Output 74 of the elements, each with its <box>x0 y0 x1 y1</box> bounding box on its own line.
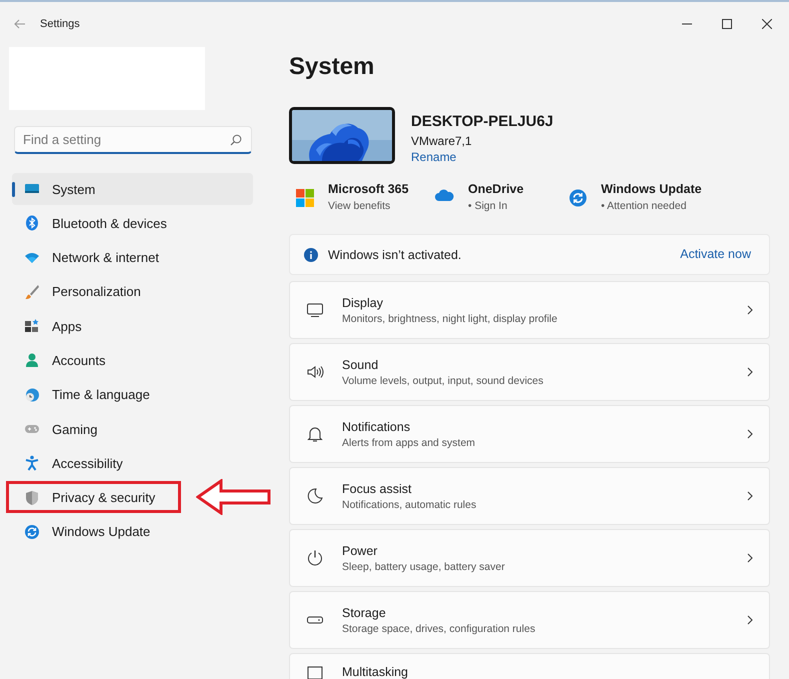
setting-description: Alerts from apps and system <box>342 436 476 450</box>
window-title: Settings <box>40 18 80 30</box>
setting-title: Focus assist <box>342 480 412 496</box>
quick-link-status: • Sign In <box>468 199 508 214</box>
sidebar-item[interactable]: System <box>12 173 253 205</box>
sidebar-item[interactable]: Accounts <box>12 344 114 376</box>
search-icon <box>230 134 242 146</box>
power-icon <box>306 549 324 567</box>
setting-description: Storage space, drives, configuration rules <box>342 622 536 636</box>
four-squares-icon <box>296 189 314 207</box>
settings-card[interactable]: Focus assist Notifications, automatic rules <box>289 467 770 525</box>
apps-icon <box>24 318 40 334</box>
settings-card[interactable]: Sound Volume levels, output, input, sound devices <box>289 343 770 401</box>
sidebar-item[interactable]: Gaming <box>12 413 106 446</box>
quick-link-status: • Attention needed <box>601 199 688 214</box>
settings-card[interactable]: Multitasking <box>289 653 770 679</box>
setting-title: Notifications <box>342 418 410 434</box>
person-icon <box>24 352 40 368</box>
sidebar-item[interactable]: Accessibility <box>12 447 131 480</box>
back-arrow-icon <box>14 19 26 29</box>
sidebar-item[interactable]: Apps <box>12 310 90 342</box>
window-icon <box>306 664 324 679</box>
quick-link-title[interactable]: Windows Update <box>601 181 702 198</box>
setting-title: Display <box>342 294 383 310</box>
chevron-right-icon <box>747 367 753 377</box>
sidebar-item[interactable]: Bluetooth & devices <box>12 207 175 240</box>
accessibility-icon <box>24 455 40 472</box>
setting-title: Power <box>342 542 378 558</box>
banner-message: Windows isn’t activated. <box>328 248 462 262</box>
chevron-right-icon <box>747 553 753 563</box>
device-name: DESKTOP-PELJU6J <box>411 113 554 131</box>
chevron-right-icon <box>747 491 753 501</box>
info-icon <box>304 248 318 262</box>
setting-title: Sound <box>342 356 378 372</box>
setting-description: Monitors, brightness, night light, display profile <box>342 312 558 326</box>
paintbrush-icon <box>24 284 40 300</box>
setting-description: Sleep, battery usage, battery saver <box>342 560 505 574</box>
crescent-moon-icon <box>306 487 324 505</box>
rename-link[interactable]: Rename <box>411 149 456 166</box>
settings-card[interactable]: Notifications Alerts from apps and system <box>289 405 770 463</box>
maximize-icon <box>722 19 732 29</box>
device-model: VMware7,1 <box>411 133 472 149</box>
chevron-right-icon <box>747 305 753 315</box>
refresh-icon <box>569 189 587 207</box>
bluetooth-icon <box>24 215 40 232</box>
monitor-icon <box>306 301 324 319</box>
speaker-icon <box>306 363 324 381</box>
sidebar-item[interactable]: Network & internet <box>12 242 167 274</box>
sidebar-item[interactable]: Windows Update <box>12 516 158 548</box>
chevron-right-icon <box>747 429 753 439</box>
bell-icon <box>306 425 324 443</box>
activate-link[interactable]: Activate now <box>680 246 751 263</box>
refresh-icon <box>24 524 40 540</box>
quick-link-title[interactable]: OneDrive <box>468 181 524 198</box>
quick-link-title[interactable]: Microsoft 365 <box>328 181 409 198</box>
sidebar-item[interactable]: Time & language <box>12 378 158 411</box>
close-icon <box>762 19 772 29</box>
quick-link-status: View benefits <box>328 199 392 214</box>
arrow-icon <box>196 478 272 515</box>
setting-title: Storage <box>342 604 386 620</box>
search-field[interactable]: Find a setting <box>14 126 252 154</box>
setting-description: Volume levels, output, input, sound devices <box>342 374 544 388</box>
chevron-right-icon <box>747 615 753 625</box>
page-title: System <box>289 52 376 82</box>
shield-icon <box>24 490 40 506</box>
sidebar-item[interactable]: Privacy & security <box>12 482 164 514</box>
globe-clock-icon <box>24 386 40 403</box>
settings-card[interactable]: Storage Storage space, drives, configuration rules <box>289 591 770 649</box>
cloud-icon <box>435 189 454 201</box>
settings-card[interactable]: Display Monitors, brightness, night light, display profile <box>289 281 770 339</box>
sidebar-item[interactable]: Personalization <box>12 276 149 308</box>
settings-card[interactable]: Power Sleep, battery usage, battery saver <box>289 529 770 587</box>
setting-title: Multitasking <box>342 664 408 679</box>
setting-description: Notifications, automatic rules <box>342 498 476 512</box>
